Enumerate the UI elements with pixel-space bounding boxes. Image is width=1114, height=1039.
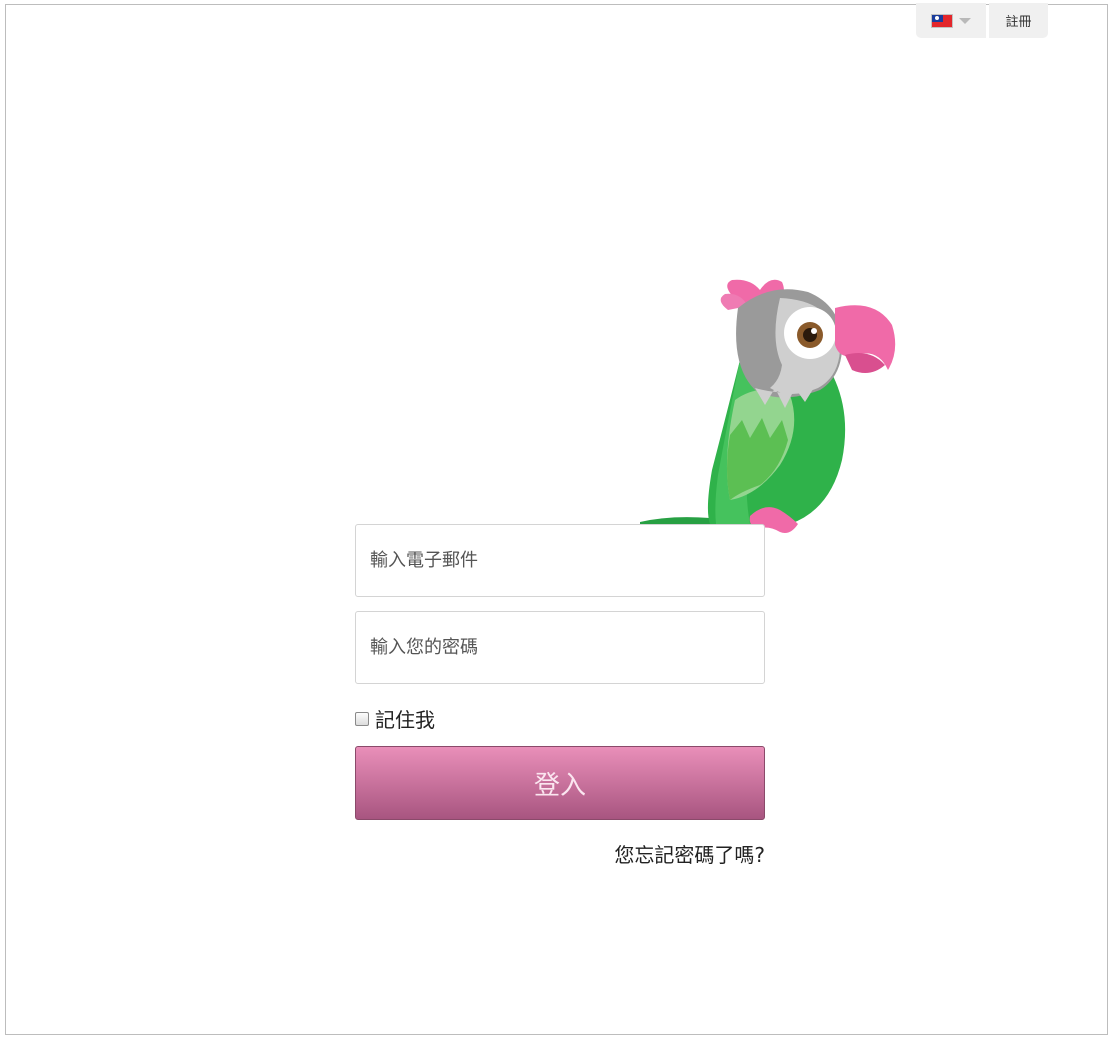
top-toolbar: 註冊 bbox=[916, 3, 1048, 38]
email-field[interactable] bbox=[355, 524, 765, 597]
parrot-mascot bbox=[640, 279, 896, 533]
taiwan-flag-icon bbox=[931, 13, 953, 28]
remember-me-label[interactable]: 記住我 bbox=[375, 704, 435, 733]
chevron-down-icon bbox=[959, 17, 971, 24]
password-field[interactable] bbox=[355, 611, 765, 684]
login-button[interactable]: 登入 bbox=[355, 746, 765, 820]
remember-me-checkbox[interactable] bbox=[355, 711, 369, 726]
page-frame bbox=[5, 4, 1108, 1035]
register-button[interactable]: 註冊 bbox=[989, 3, 1048, 38]
language-selector[interactable] bbox=[916, 3, 986, 38]
forgot-password-link[interactable]: 您忘記密碼了嗎? bbox=[614, 839, 765, 868]
remember-me: 記住我 bbox=[355, 704, 435, 733]
